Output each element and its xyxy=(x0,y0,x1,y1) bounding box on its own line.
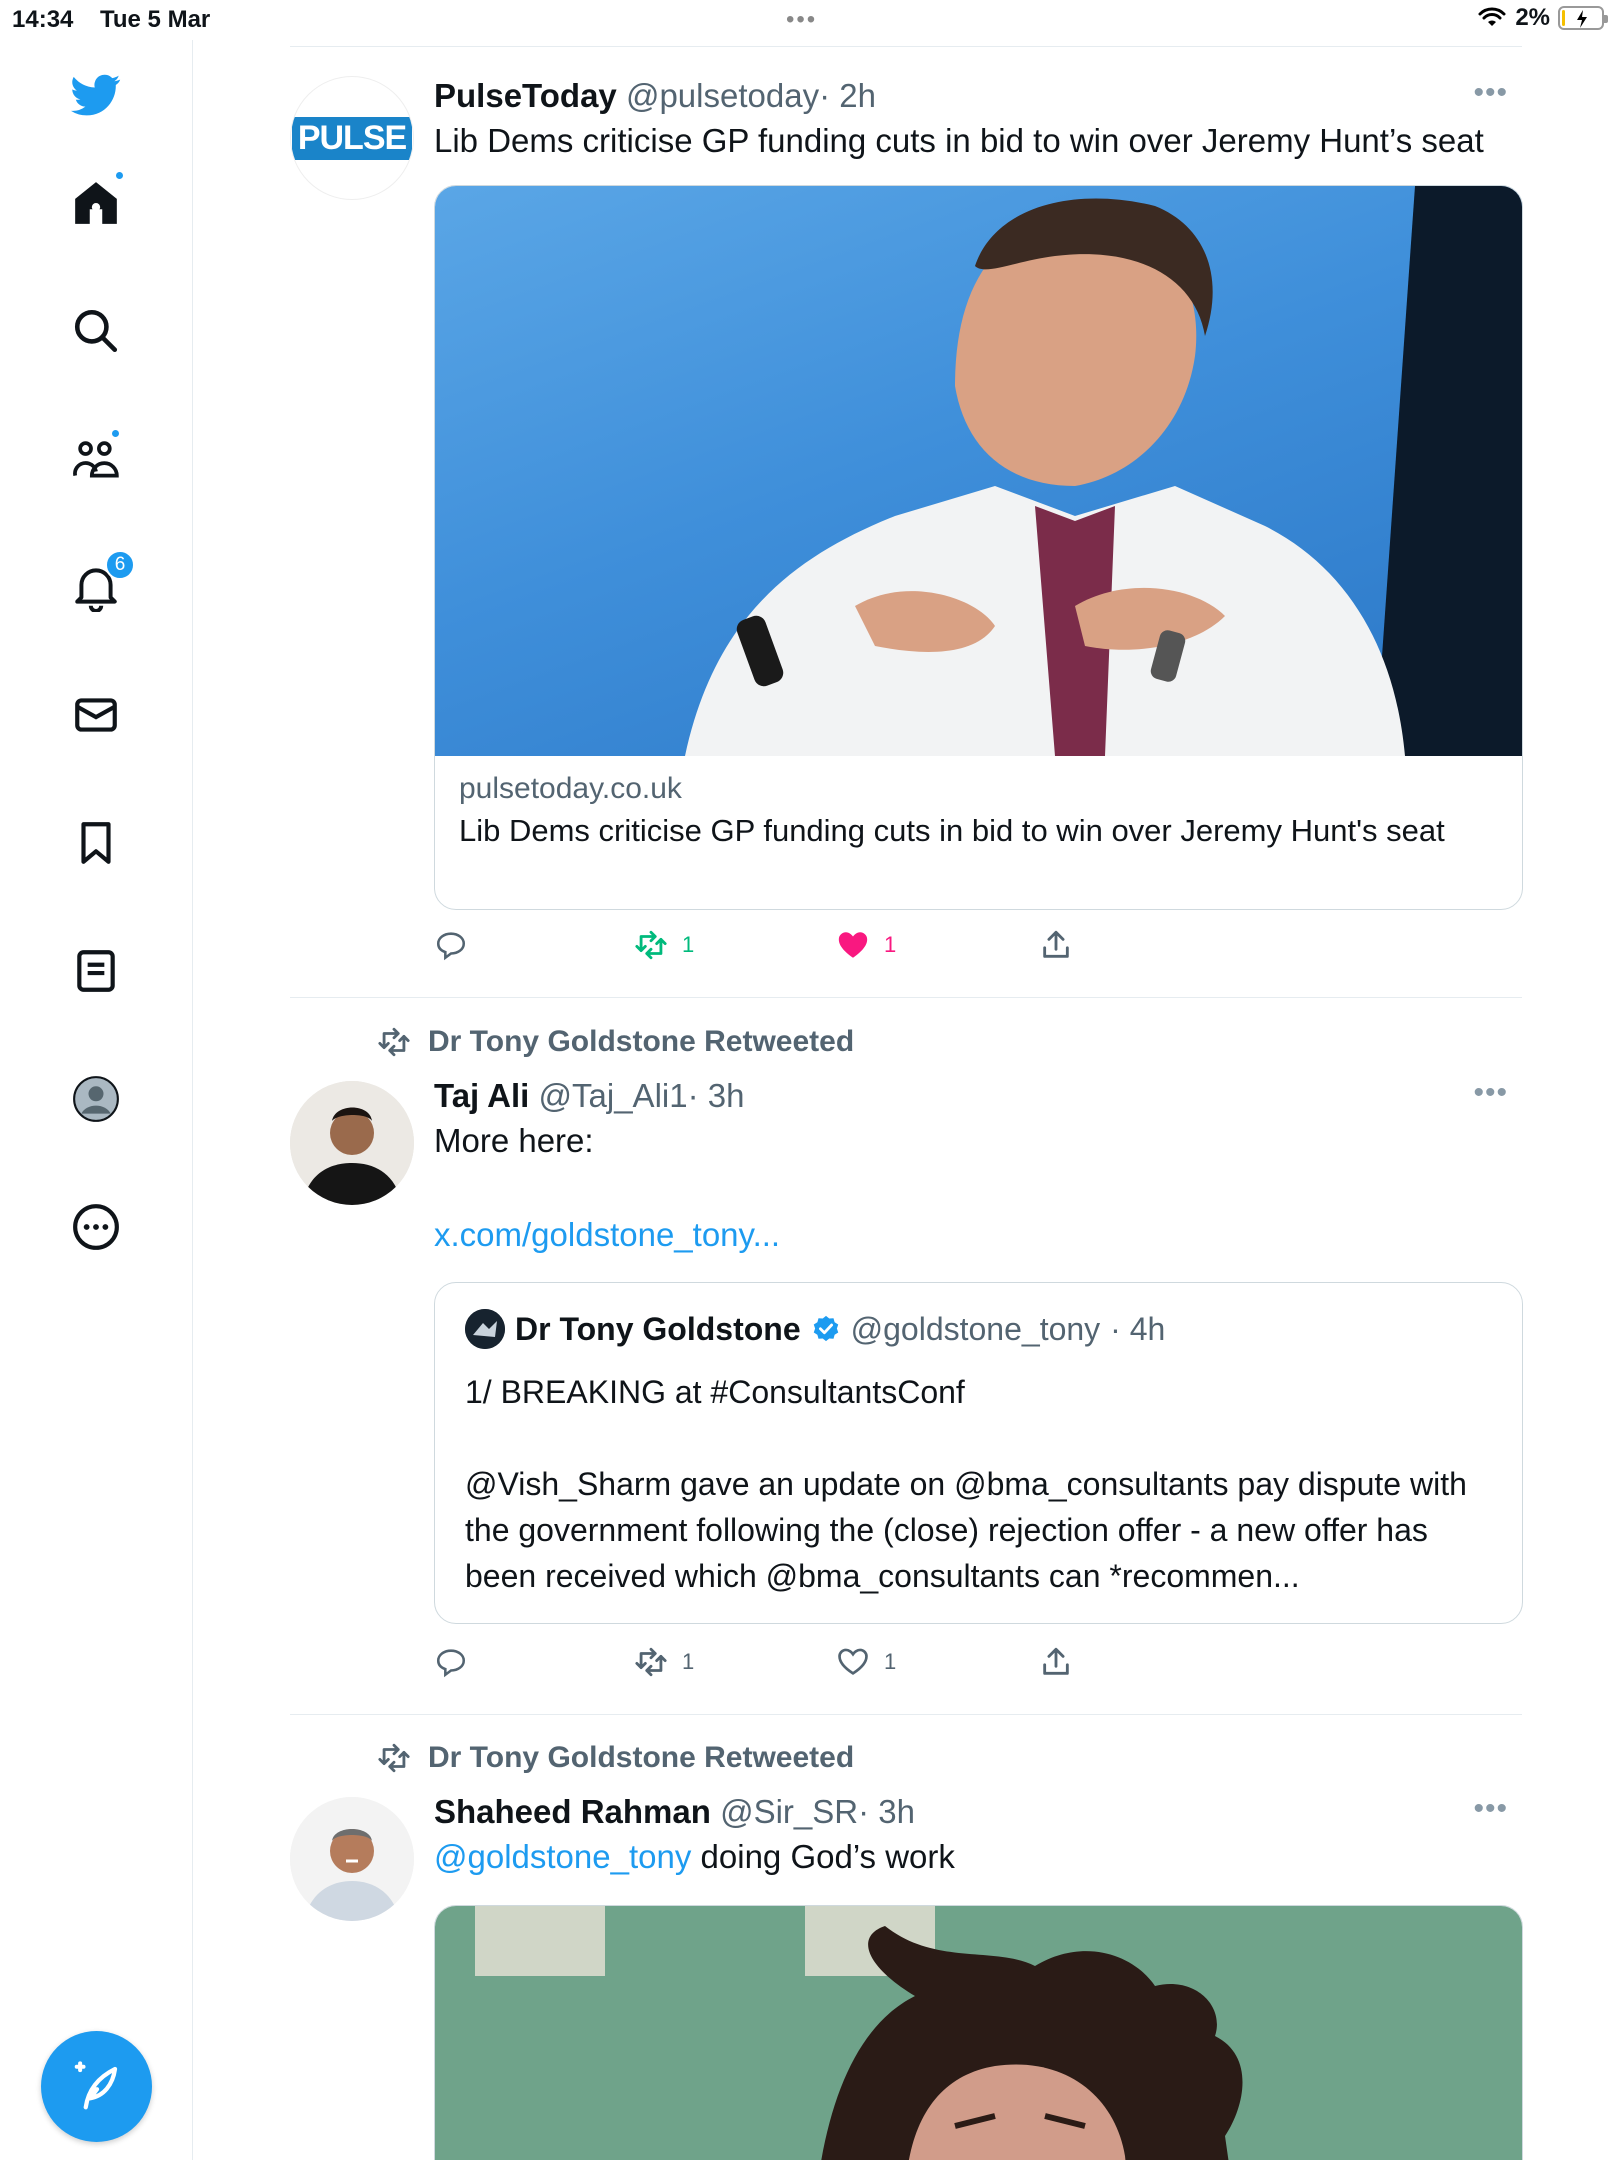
tweet-link[interactable]: x.com/goldstone_tony... xyxy=(434,1212,1522,1258)
mention-link[interactable]: @goldstone_tony xyxy=(434,1838,691,1875)
tweet-text: Lib Dems criticise GP funding cuts in bi… xyxy=(434,122,1484,159)
compose-icon xyxy=(74,2060,117,2109)
avatar[interactable] xyxy=(290,1797,414,1921)
communities-unread-dot xyxy=(110,428,121,439)
home-icon[interactable] xyxy=(63,170,129,236)
quoted-tweet-text: 1/ BREAKING at #ConsultantsConf @Vish_Sh… xyxy=(465,1374,1467,1594)
media-image xyxy=(435,1906,1522,2160)
battery-level xyxy=(1562,10,1565,26)
link-card[interactable]: pulsetoday.co.uk Lib Dems criticise GP f… xyxy=(434,185,1523,910)
reply-button[interactable] xyxy=(434,928,468,962)
card-domain: pulsetoday.co.uk xyxy=(459,772,682,805)
like-button[interactable]: 1 xyxy=(836,928,896,962)
quoted-tweet[interactable]: Dr Tony Goldstone @goldstone_tony · 4h 1/… xyxy=(434,1282,1523,1624)
retweet-button[interactable]: 1 xyxy=(634,928,694,962)
share-button[interactable] xyxy=(1039,1645,1073,1679)
retweeted-by-icon xyxy=(378,1027,410,1057)
tweet-text: doing God’s work xyxy=(691,1838,955,1875)
tweet-text: More here: xyxy=(434,1122,594,1159)
status-bar: 14:34 Tue 5 Mar ••• 2% xyxy=(0,0,1620,40)
retweeted-by[interactable]: Dr Tony Goldstone Retweeted xyxy=(428,1741,854,1775)
reply-button[interactable] xyxy=(434,1645,468,1679)
author-name[interactable]: Shaheed Rahman xyxy=(434,1793,711,1830)
avatar[interactable] xyxy=(290,1081,414,1205)
retweet-icon xyxy=(635,1647,667,1677)
verified-badge-icon xyxy=(813,1315,838,1342)
more-options-icon[interactable]: ••• xyxy=(1473,1792,1508,1826)
heart-icon xyxy=(838,1648,868,1675)
more-options-icon[interactable]: ••• xyxy=(1473,1076,1508,1110)
avatar[interactable]: PULSE xyxy=(290,76,414,200)
heart-filled-icon xyxy=(838,932,868,958)
reply-icon xyxy=(436,1649,466,1678)
divider xyxy=(290,997,1522,998)
home-unread-dot xyxy=(114,170,125,181)
status-time: 14:34 xyxy=(12,6,74,33)
card-title: Lib Dems criticise GP funding cuts in bi… xyxy=(459,813,1445,848)
retweet-count: 1 xyxy=(682,1649,695,1674)
profile-icon[interactable] xyxy=(63,1066,129,1132)
tweet-media[interactable] xyxy=(434,1905,1523,2160)
divider xyxy=(290,1714,1522,1715)
share-icon xyxy=(1043,1647,1069,1675)
compose-button[interactable] xyxy=(41,2031,152,2142)
battery-percent: 2% xyxy=(1515,4,1550,31)
multitasking-dots-icon[interactable]: ••• xyxy=(786,6,817,34)
bell-icon[interactable]: 6 xyxy=(63,550,135,620)
tweet-time: · 3h xyxy=(858,1793,915,1830)
like-count: 1 xyxy=(884,1649,897,1674)
more-circle-icon[interactable] xyxy=(63,1194,129,1260)
retweet-button[interactable]: 1 xyxy=(634,1645,694,1679)
battery-icon xyxy=(1558,6,1608,30)
avatar xyxy=(465,1309,505,1349)
author-handle[interactable]: @pulsetoday xyxy=(626,77,819,114)
more-options-icon[interactable]: ••• xyxy=(1473,76,1508,110)
retweet-icon xyxy=(635,930,667,960)
tweet-actions: 1 1 xyxy=(434,1645,1134,1685)
lists-icon[interactable] xyxy=(63,938,129,1004)
tweet-time: · 2h xyxy=(819,77,876,114)
like-count: 1 xyxy=(884,932,897,957)
mail-icon[interactable] xyxy=(63,682,129,748)
quoted-author-handle: @goldstone_tony xyxy=(850,1310,1101,1347)
twitter-logo-icon[interactable] xyxy=(63,62,129,128)
quoted-author-name: Dr Tony Goldstone xyxy=(515,1310,801,1347)
sidebar: 6 xyxy=(0,40,193,2160)
wifi-icon xyxy=(1478,7,1506,26)
tweet-time: · 3h xyxy=(687,1077,745,1114)
search-icon[interactable] xyxy=(63,298,129,364)
article-image xyxy=(435,186,1522,756)
share-button[interactable] xyxy=(1039,928,1073,962)
quoted-tweet-time: · 4h xyxy=(1110,1310,1166,1347)
like-button[interactable]: 1 xyxy=(836,1645,896,1679)
notification-badge: 6 xyxy=(105,550,135,580)
reply-icon xyxy=(436,932,466,961)
pulse-logo: PULSE xyxy=(291,116,413,160)
status-date: Tue 5 Mar xyxy=(100,6,211,33)
retweeted-by[interactable]: Dr Tony Goldstone Retweeted xyxy=(428,1025,854,1059)
author-handle[interactable]: @Sir_SR xyxy=(720,1793,858,1830)
share-icon xyxy=(1043,930,1069,958)
tweet-actions: 1 1 xyxy=(434,928,1134,968)
divider xyxy=(290,46,1522,47)
author-name[interactable]: Taj Ali xyxy=(434,1077,529,1114)
retweeted-by-icon xyxy=(378,1743,410,1773)
communities-icon[interactable] xyxy=(63,426,129,492)
author-handle[interactable]: @Taj_Ali1 xyxy=(539,1077,688,1114)
retweet-count: 1 xyxy=(682,932,695,957)
bookmark-icon[interactable] xyxy=(63,810,129,876)
author-name[interactable]: PulseToday xyxy=(434,77,617,114)
